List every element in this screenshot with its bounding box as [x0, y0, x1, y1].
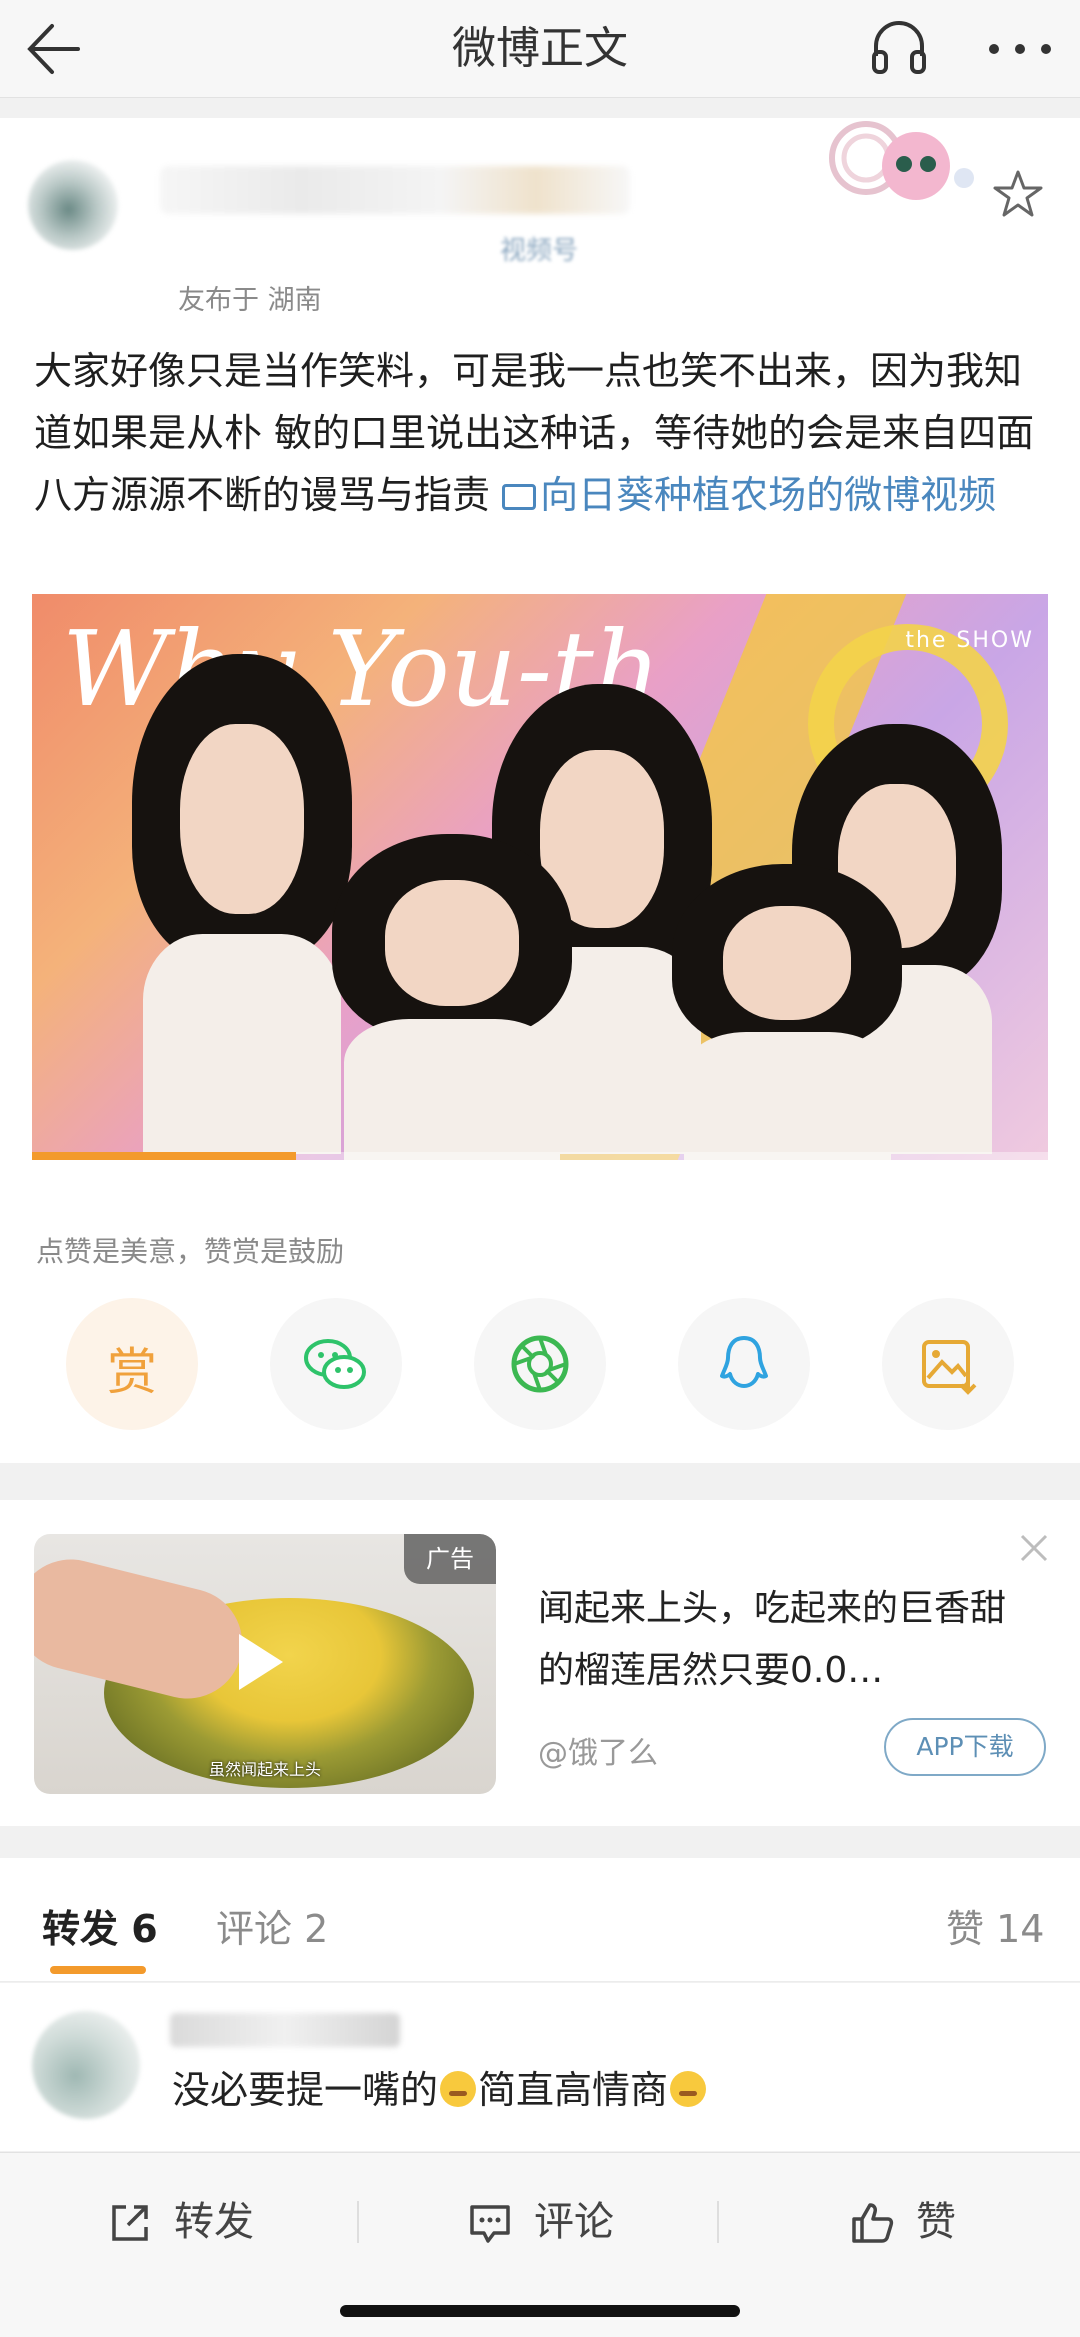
post-video-thumbnail[interactable]: Why You-th the SHOW — [32, 594, 1048, 1160]
performer — [332, 834, 572, 1160]
performer — [132, 654, 352, 1154]
ad-brand[interactable]: @饿了么 — [538, 1728, 658, 1772]
active-tab-indicator — [50, 1966, 146, 1974]
save-image-icon — [922, 1340, 977, 1395]
repost-icon — [112, 2205, 148, 2241]
ad-tag: 广告 — [404, 1534, 496, 1584]
ad-text[interactable]: 闻起来上头，吃起来的巨香甜的榴莲居然只要0.0… — [538, 1578, 1018, 1702]
bottom-action-bar: 转发 评论 赞 — [0, 2152, 1080, 2337]
sweat-emoji-icon — [440, 2071, 477, 2107]
wechat-icon — [304, 1339, 366, 1389]
tab-repost[interactable]: 转发 6 — [42, 1898, 158, 1953]
video-progress-bar[interactable] — [32, 1152, 1048, 1160]
author-name-redacted[interactable] — [160, 166, 630, 214]
like-button[interactable]: 赞 — [848, 2187, 978, 2257]
thumbs-up-icon — [852, 2203, 894, 2243]
headphones-icon[interactable] — [868, 12, 930, 82]
reward-icon: 赏 — [107, 1343, 157, 1401]
commenter-name-redacted[interactable] — [170, 2013, 400, 2047]
broadcast-logo: the SHOW — [905, 628, 1034, 653]
qq-icon — [720, 1336, 768, 1388]
save-image-button[interactable] — [882, 1298, 1014, 1430]
video-link[interactable]: 向日葵种植农场的微博视频 — [502, 473, 996, 517]
more-options-icon[interactable] — [980, 14, 1060, 84]
wechat-share-button[interactable] — [270, 1298, 402, 1430]
tab-comments[interactable]: 评论 2 — [216, 1898, 328, 1953]
ad-video-caption: 虽然闻起来上头 — [208, 1760, 321, 1779]
comment-icon — [470, 2205, 510, 2243]
divider — [717, 2201, 719, 2243]
post-tabs: 转发 6 评论 2 赞 14 — [0, 1858, 1080, 1982]
performer — [672, 864, 902, 1160]
home-indicator[interactable] — [340, 2305, 740, 2317]
play-icon[interactable] — [239, 1634, 283, 1690]
comment-text: 没必要提一嘴的 简直高情商 — [172, 2059, 708, 2114]
avatar[interactable] — [32, 2011, 140, 2119]
appreciate-text: 点赞是美意，赞赏是鼓励 — [36, 1235, 345, 1268]
author-avatar[interactable] — [28, 160, 118, 250]
post-location: 友布于 湖南 — [178, 285, 322, 316]
app-download-button[interactable]: APP下载 — [884, 1718, 1046, 1776]
top-nav-bar: 微博正文 — [0, 0, 1080, 98]
repost-button[interactable]: 转发 — [106, 2187, 286, 2257]
moments-share-button[interactable] — [474, 1298, 606, 1430]
ad-video-thumbnail[interactable]: 广告 虽然闻起来上头 — [34, 1534, 496, 1794]
divider — [357, 2201, 359, 2243]
video-icon — [502, 484, 537, 510]
ad-card[interactable]: 广告 虽然闻起来上头 闻起来上头，吃起来的巨香甜的榴莲居然只要0.0… @饿了么… — [0, 1500, 1080, 1826]
post-source: 视频号 — [500, 236, 579, 266]
reward-button[interactable]: 赏 — [66, 1298, 198, 1430]
moments-icon — [511, 1335, 569, 1393]
post-card: 视频号 友布于 湖南 大家好像只是当作笑料，可是我一点也笑不出来，因为我知道如果… — [0, 118, 1080, 1463]
share-row: 赏 — [0, 1298, 1080, 1438]
favorite-star-icon[interactable] — [990, 166, 1046, 222]
profile-decoration-icon — [829, 121, 974, 200]
qq-share-button[interactable] — [678, 1298, 810, 1430]
tab-likes[interactable]: 赞 14 — [946, 1898, 1044, 1953]
sweat-emoji-icon — [670, 2071, 707, 2107]
close-icon[interactable] — [1016, 1530, 1052, 1566]
list-item[interactable]: 没必要提一嘴的 简直高情商 — [0, 1983, 1080, 2151]
comment-button[interactable]: 评论 — [466, 2187, 646, 2257]
post-content: 大家好像只是当作笑料，可是我一点也笑不出来，因为我知道如果是从朴 敏的口里说出这… — [34, 340, 1044, 526]
